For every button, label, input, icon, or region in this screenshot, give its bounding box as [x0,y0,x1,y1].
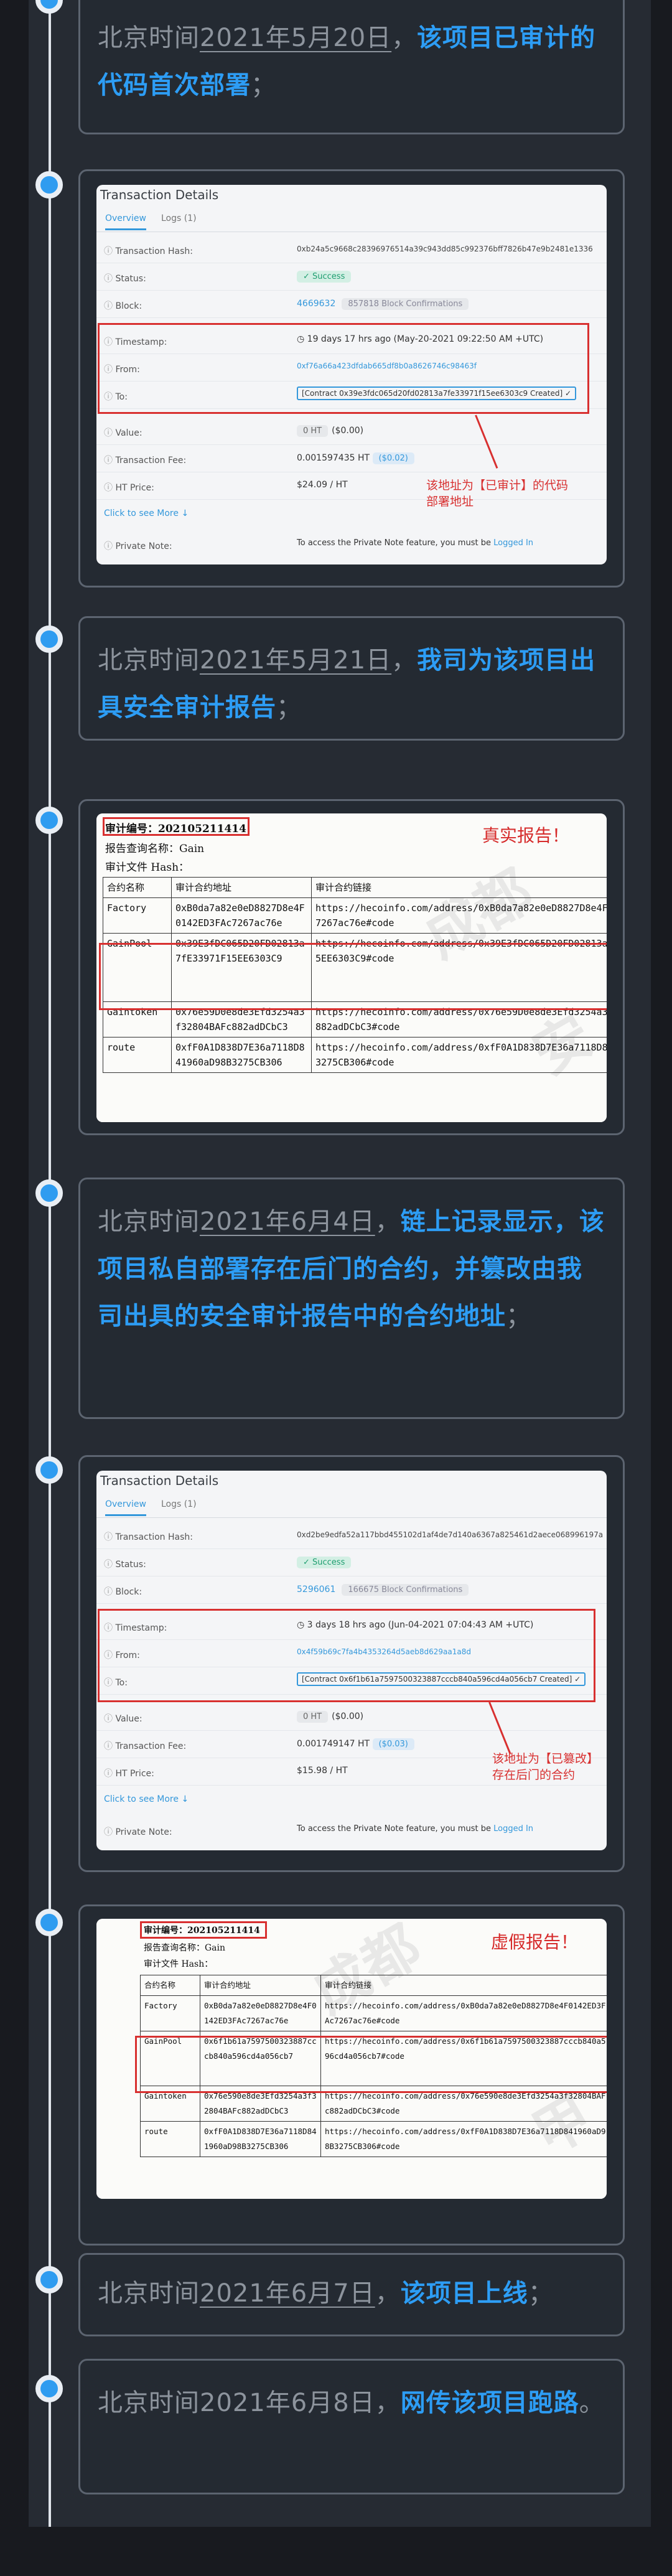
block-link[interactable]: 4669632 [297,299,335,309]
tx-title: Transaction Details [100,187,219,202]
audit-report-fake: 成都 甲 审计编号：202105211414 虚假报告！ 报告查询名称：Gain… [96,1919,607,2199]
highlight-box [135,2036,607,2093]
screenshot-card: Transaction Details Overview Logs (1) Tr… [78,1455,625,1872]
timeline-dot [35,2375,63,2402]
highlight-box [98,323,589,414]
tx-row-note: Private Note:To access the Private Note … [96,1817,607,1844]
tab-logs[interactable]: Logs (1) [161,1499,197,1509]
timeline-dot [35,1909,63,1936]
event-text: 北京时间2021年6月8日，网传该项目跑路。 [98,2389,605,2417]
tx-row-hash: Transaction Hash:0xd2be9edfa52a117bbd455… [96,1522,607,1549]
audit-report-real: 成都 安 审计编号：202105211414 真实报告！ 报告查询名称：Gain… [96,813,607,1122]
timeline-dot [35,2266,63,2293]
screenshot-card: 成都 安 审计编号：202105211414 真实报告！ 报告查询名称：Gain… [78,799,625,1135]
highlight-box [103,817,250,836]
tx-tabs: Overview Logs (1) [96,207,607,232]
fake-report-label: 虚假报告！ [491,1932,579,1952]
tx-row-fee: Transaction Fee:0.001597435 HT ($0.02) [96,445,607,472]
timeline-dot [35,171,63,199]
tx-row-note: Private Note:To access the Private Note … [96,531,607,558]
tab-logs[interactable]: Logs (1) [161,213,197,223]
annotation-text: 该地址为【已审计】的代码部署地址 [426,479,569,508]
real-report-label: 真实报告！ [482,825,570,846]
page: { "timeline": [ {"prefix": "北京时间", "date… [0,0,672,2576]
tab-overview[interactable]: Overview [105,213,146,230]
table-header-row: 合约名称 审计合约地址 审计合约链接 [103,877,607,898]
timeline-event-card: 北京时间2021年6月4日，链上记录显示，该项目私自部署存在后门的合约，并篡改由… [78,1178,625,1419]
table-row: Factory 0xB0da7a82e0eD8827D8e4F0142ED3FAc… [140,1995,607,2031]
table-row: Factory 0xB0da7a82e0eD8827D8e4F0142ED3FAc… [103,897,607,934]
timeline-dot [35,1179,63,1207]
tx-row-status: Status:✓ Success [96,1549,607,1576]
block-link[interactable]: 5296061 [297,1585,335,1595]
highlight-box [99,943,607,1010]
tx-row-value: Value:0 HT($0.00) [96,1703,607,1731]
timeline-event-card: 北京时间2021年5月20日，该项目已审计的代码首次部署； [78,0,625,134]
timeline-line [49,0,51,2527]
see-more-link[interactable]: Click to see More ↓ [104,508,189,518]
tab-overview[interactable]: Overview [105,1499,146,1516]
event-text: 北京时间2021年5月21日，我司为该项目出具安全审计报告； [98,646,596,722]
login-link[interactable]: Logged In [493,538,533,548]
transaction-details-screenshot: Transaction Details Overview Logs (1) Tr… [96,185,607,564]
annotation-text: 该地址为【已篡改】存在后门的合约 [492,1752,593,1782]
tx-tabs: Overview Logs (1) [96,1493,607,1518]
event-text: 北京时间2021年5月20日，该项目已审计的代码首次部署； [98,24,596,100]
event-text: 北京时间2021年6月7日，该项目上线； [98,2279,554,2308]
tx-row-status: Status:✓ Success [96,263,607,291]
report-query: 报告查询名称：Gain [144,1943,226,1953]
timeline-event-card: 北京时间2021年6月7日，该项目上线； [78,2253,625,2336]
screenshot-card: 成都 甲 审计编号：202105211414 虚假报告！ 报告查询名称：Gain… [78,1904,625,2246]
screenshot-card: Transaction Details Overview Logs (1) Tr… [78,169,625,588]
highlight-box [140,1921,267,1939]
highlight-box [98,1609,595,1702]
timeline-event-card: 北京时间2021年6月8日，网传该项目跑路。 [78,2359,625,2494]
status-badge: ✓ Success [297,1557,352,1568]
tx-title: Transaction Details [100,1473,219,1488]
timeline-dot [35,807,63,834]
table-row: route 0xfF0A1D838D7E36a7118D841960aD98B32… [140,2121,607,2157]
login-link[interactable]: Logged In [493,1824,533,1834]
report-hash: 审计文件 Hash： [144,1959,213,1969]
tx-row-value: Value:0 HT($0.00) [96,418,607,445]
status-badge: ✓ Success [297,271,352,283]
table-row: route 0xfF0A1D838D7E36a7118D841960aD98B32… [103,1037,607,1073]
tx-row-block: Block:4669632857818 Block Confirmations [96,291,607,318]
see-more-link[interactable]: Click to see More ↓ [104,1794,189,1804]
table-header-row: 合约名称 审计合约地址 审计合约链接 [140,1975,607,1996]
tx-row-block: Block:5296061166675 Block Confirmations [96,1576,607,1604]
transaction-details-screenshot: Transaction Details Overview Logs (1) Tr… [96,1471,607,1850]
timeline-event-card: 北京时间2021年5月21日，我司为该项目出具安全审计报告； [78,616,625,741]
timeline-dot [35,625,63,653]
tx-row-hash: Transaction Hash:0xb24a5c9668c2839697651… [96,236,607,263]
report-query: 报告查询名称：Gain [105,843,205,855]
event-text: 北京时间2021年6月4日，链上记录显示，该项目私自部署存在后门的合约，并篡改由… [98,1207,605,1331]
timeline-dot [35,1456,63,1484]
report-hash: 审计文件 Hash： [105,861,190,874]
